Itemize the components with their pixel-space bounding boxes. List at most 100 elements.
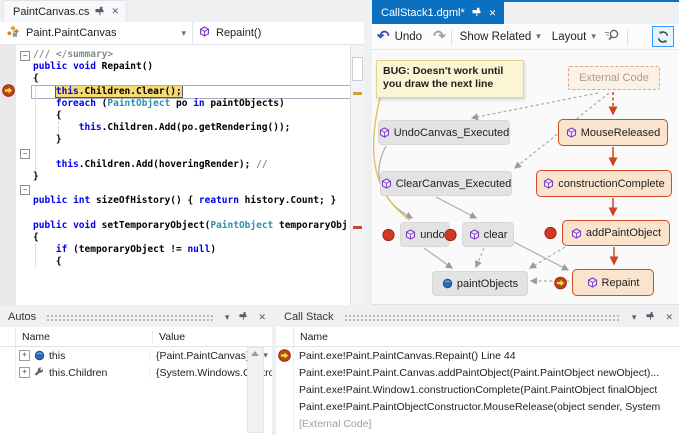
- graph-edge-clear-to-paintobjects[interactable]: [476, 248, 484, 267]
- graph-node-external-code[interactable]: External Code: [568, 66, 660, 90]
- scrollbar-mark-error: [353, 226, 362, 229]
- code-line[interactable]: this.Children.Add(po.getRendering());: [17, 122, 351, 134]
- window-position-icon[interactable]: ▾: [630, 313, 639, 322]
- fold-toggle-icon[interactable]: −: [20, 185, 30, 195]
- expander-icon[interactable]: +: [19, 350, 30, 361]
- callstack-title-bar[interactable]: Call Stack ▾ ✕: [276, 307, 679, 327]
- code-line[interactable]: −/// </summary>: [17, 49, 351, 61]
- graph-edge-undo-to-paintobjects[interactable]: [424, 248, 452, 268]
- graph-edge-clearcanvas-executed-to-clear[interactable]: [436, 197, 476, 218]
- gutter-cell: [0, 364, 16, 381]
- class-dropdown[interactable]: Paint.PaintCanvas ▾: [0, 22, 192, 44]
- column-header-name[interactable]: Name: [294, 331, 328, 343]
- graph-node-label: ClearCanvas_Executed: [396, 178, 512, 190]
- scrollbar-thumb[interactable]: [352, 57, 363, 81]
- show-related-button[interactable]: Show Related ▾: [457, 29, 544, 45]
- bug-note[interactable]: BUG: Doesn't work until you draw the nex…: [376, 60, 524, 98]
- redo-icon[interactable]: ↷: [433, 29, 446, 44]
- code-line[interactable]: this.Children.Clear();: [17, 86, 351, 98]
- autos-scrollbar[interactable]: [247, 347, 264, 433]
- pin-icon[interactable]: [644, 311, 657, 323]
- gutter-cell: [276, 364, 294, 381]
- code-line[interactable]: }: [17, 134, 351, 146]
- pin-icon[interactable]: [237, 311, 250, 323]
- close-icon[interactable]: ✕: [489, 9, 497, 18]
- callstack-row[interactable]: Paint.exe!Paint.PaintObjectConstructor.M…: [276, 398, 679, 415]
- graph-canvas[interactable]: BUG: Doesn't work until you draw the nex…: [372, 50, 679, 305]
- undo-icon[interactable]: ↶: [377, 29, 390, 44]
- graph-node-mousereleased[interactable]: MouseReleased: [558, 119, 668, 146]
- graph-node-constructioncomplete[interactable]: constructionComplete: [536, 170, 672, 197]
- pin-icon[interactable]: [95, 6, 105, 18]
- code-lines[interactable]: −/// </summary>public void Repaint(){ th…: [17, 49, 351, 305]
- code-line[interactable]: this.Children.Add(hoveringRender); //: [17, 159, 351, 171]
- graph-node-clearcanvas-executed[interactable]: ClearCanvas_Executed: [380, 171, 512, 196]
- scroll-up-icon[interactable]: [251, 351, 259, 356]
- code-line[interactable]: {: [17, 232, 351, 244]
- close-icon[interactable]: ✕: [256, 313, 268, 322]
- graph-node-undocanvas-executed[interactable]: UndoCanvas_Executed: [378, 120, 510, 145]
- code-line[interactable]: foreach (PaintObject po in paintObjects): [17, 98, 351, 110]
- code-line[interactable]: [17, 207, 351, 219]
- gutter-cell: [276, 415, 294, 432]
- undo-button-label[interactable]: Undo: [395, 31, 423, 43]
- code-editor[interactable]: −/// </summary>public void Repaint(){ th…: [0, 45, 364, 305]
- breakpoint-icon[interactable]: [544, 227, 557, 240]
- autos-title-bar[interactable]: Autos ▾ ✕: [0, 307, 272, 327]
- gutter-cell: [0, 347, 16, 364]
- graph-node-label: Repaint: [602, 277, 640, 289]
- code-line[interactable]: {: [17, 73, 351, 85]
- callstack-row[interactable]: Paint.exe!Paint.Paint.Canvas.addPaintObj…: [276, 364, 679, 381]
- callstack-row[interactable]: Paint.exe!Paint.Window1.constructionComp…: [276, 381, 679, 398]
- stack-frame-text: [External Code]: [294, 418, 371, 430]
- graph-node-paintobjects[interactable]: paintObjects: [432, 271, 528, 296]
- callstack-row[interactable]: Paint.exe!Paint.PaintCanvas.Repaint() Li…: [276, 347, 679, 364]
- graph-node-repaint[interactable]: Repaint: [572, 269, 654, 296]
- code-line[interactable]: {: [17, 110, 351, 122]
- code-line[interactable]: −: [17, 147, 351, 159]
- code-line[interactable]: public void Repaint(): [17, 61, 351, 73]
- graph-edge-addpaintobject-to-paintobjects[interactable]: [530, 247, 565, 268]
- breakpoint-icon[interactable]: [444, 228, 457, 241]
- graph-node-label: paintObjects: [457, 278, 518, 290]
- code-line[interactable]: −: [17, 183, 351, 195]
- graph-node-undo[interactable]: undo: [400, 222, 450, 247]
- column-header-value[interactable]: Value: [153, 331, 272, 343]
- editor-scrollbar[interactable]: [350, 45, 364, 305]
- method-icon: [571, 228, 582, 239]
- drag-grip[interactable]: [46, 314, 213, 321]
- close-icon[interactable]: ✕: [663, 313, 675, 322]
- graph-edge-clear-to-repaint[interactable]: [514, 242, 568, 270]
- breakpoint-icon[interactable]: [382, 228, 395, 241]
- fold-toggle-icon[interactable]: −: [20, 149, 30, 159]
- drag-grip[interactable]: [344, 314, 620, 321]
- tab-paintcanvas[interactable]: PaintCanvas.cs ✕: [3, 0, 127, 22]
- close-icon[interactable]: ✕: [111, 7, 119, 16]
- graph-node-label: addPaintObject: [586, 227, 661, 239]
- chevron-down-icon[interactable]: ▾: [263, 350, 268, 361]
- layout-button[interactable]: Layout ▾: [549, 29, 599, 45]
- chevron-down-icon: ▾: [536, 31, 541, 42]
- callstack-row[interactable]: [External Code]: [276, 415, 679, 432]
- autos-row[interactable]: +this{Paint.PaintCanvas}▾: [0, 347, 272, 364]
- fold-toggle-icon[interactable]: −: [20, 51, 30, 61]
- expander-icon[interactable]: +: [19, 367, 30, 378]
- method-icon: [587, 277, 598, 288]
- window-position-icon[interactable]: ▾: [223, 313, 232, 322]
- tab-callstack-dgml[interactable]: CallStack1.dgml* ✕: [372, 2, 504, 24]
- autos-row[interactable]: +this.Children{System.Windows.Controls: [0, 364, 272, 381]
- graph-node-clear[interactable]: clear: [462, 222, 514, 247]
- code-line[interactable]: if (temporaryObject != null): [17, 244, 351, 256]
- graph-edge-note-to-undo[interactable]: [374, 98, 410, 220]
- code-line[interactable]: public void setTemporaryObject(PaintObje…: [17, 220, 351, 232]
- zoom-icon[interactable]: [604, 28, 620, 45]
- code-line[interactable]: }: [17, 171, 351, 183]
- method-dropdown[interactable]: Repaint(): [193, 22, 267, 44]
- sync-graph-button[interactable]: [652, 26, 674, 47]
- code-line[interactable]: {: [17, 256, 351, 268]
- column-header-name[interactable]: Name: [16, 331, 153, 343]
- code-line[interactable]: public int sizeOfHistory() { reaturn his…: [17, 195, 351, 207]
- pin-icon[interactable]: [472, 7, 482, 19]
- graph-node-addpaintobject[interactable]: addPaintObject: [562, 220, 670, 246]
- graph-node-label: MouseReleased: [581, 127, 661, 139]
